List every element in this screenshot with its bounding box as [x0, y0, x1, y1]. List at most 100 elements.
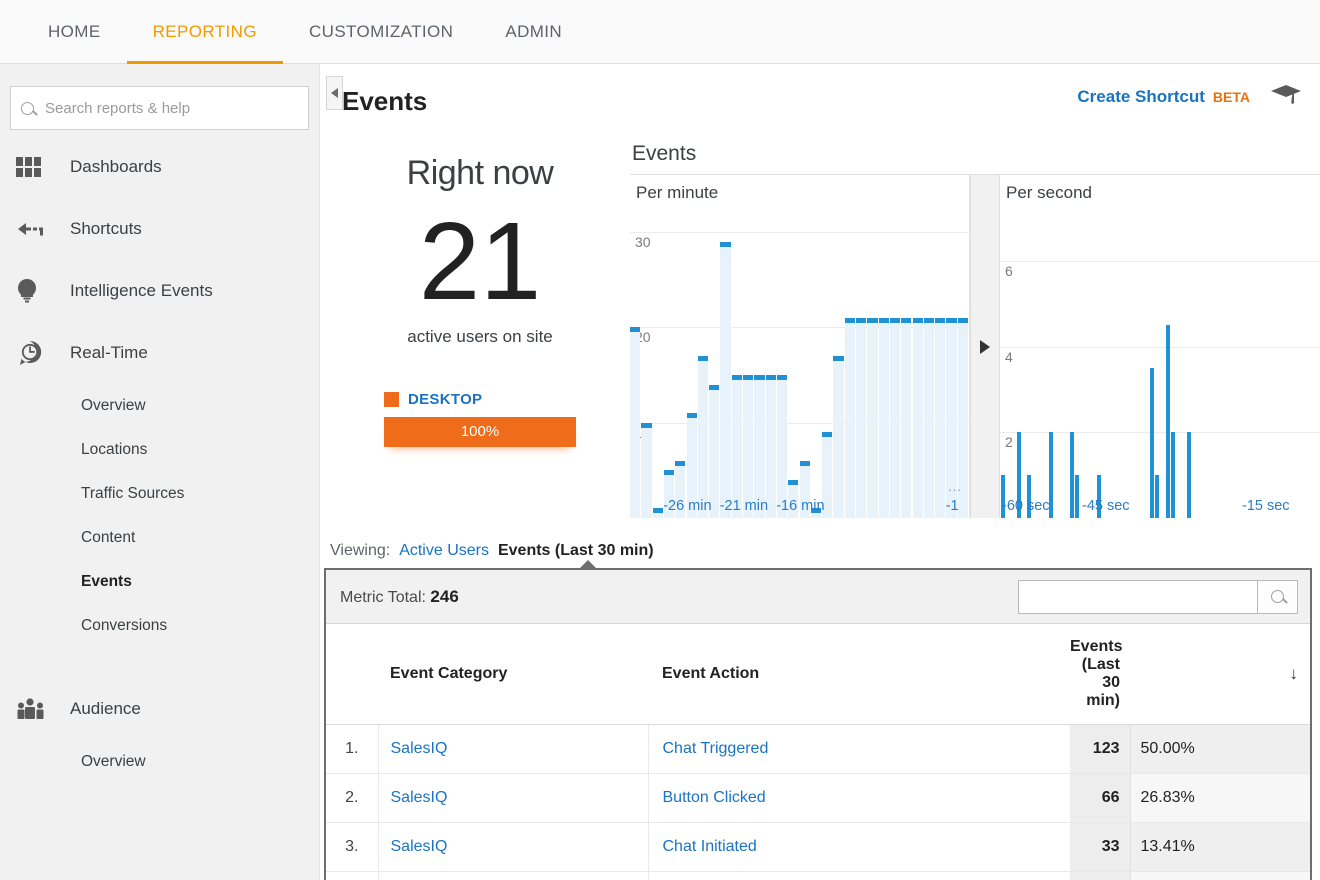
- y-axis-tick: 2: [1005, 434, 1013, 451]
- row-event-category[interactable]: SalesIQ: [378, 822, 649, 872]
- chart-bar: [1075, 475, 1080, 518]
- gridline: [1000, 260, 1320, 262]
- chart-bar: [1149, 367, 1154, 518]
- sidebar-subitem-overview[interactable]: Overview: [0, 384, 319, 428]
- column-index: [326, 624, 378, 725]
- per-second-title: Per second: [1006, 183, 1092, 202]
- sidebar-item-shortcuts[interactable]: Shortcuts: [0, 198, 319, 260]
- row-event-category[interactable]: SalesIQ: [378, 773, 649, 823]
- search-input[interactable]: [45, 99, 298, 117]
- beta-badge: BETA: [1212, 88, 1250, 105]
- row-event-action[interactable]: Chat Triggered: [648, 724, 1070, 774]
- chart-expand-button[interactable]: [970, 175, 1000, 518]
- row-percentage: 26.83%: [1130, 773, 1310, 823]
- sidebar-item-dashboards[interactable]: Dashboards: [0, 136, 319, 198]
- clock-speech-icon: [16, 338, 52, 368]
- device-percentage-bar: 100%: [384, 416, 576, 447]
- per-second-plot: 2 4 6 -60 sec -45 sec -15 sec: [1000, 175, 1320, 518]
- device-label[interactable]: DESKTOP: [408, 391, 482, 408]
- sidebar-subitem-overview-label: Overview: [81, 397, 146, 414]
- sidebar-item-intelligence-events[interactable]: Intelligence Events: [0, 260, 319, 322]
- sidebar-subitem-conversions[interactable]: Conversions: [0, 604, 319, 648]
- nav-tab-customization[interactable]: CUSTOMIZATION: [283, 0, 479, 64]
- chart-bar: [867, 317, 878, 518]
- sidebar-subitem-events[interactable]: Events: [0, 560, 319, 604]
- chart-bar: [743, 375, 754, 518]
- per-minute-chart[interactable]: Per minute 102030-26 min-21 min-16 min-1…: [630, 175, 970, 518]
- events-table-panel: Metric Total: 246 Event Category Event A…: [324, 560, 1312, 880]
- chart-bar: [731, 375, 742, 518]
- sidebar-subitem-content[interactable]: Content: [0, 516, 319, 560]
- per-second-chart[interactable]: Per second 2 4 6 -60 sec -45 sec -15 sec: [1000, 175, 1320, 518]
- row-event-action[interactable]: Button Clicked: [648, 773, 1070, 823]
- viewing-option-active-users[interactable]: Active Users: [399, 542, 489, 560]
- chart-bar: [1165, 325, 1170, 518]
- chart-bar: [641, 422, 652, 518]
- sidebar-subitem-events-label: Events: [81, 573, 132, 590]
- sidebar-subitem-content-label: Content: [81, 529, 136, 546]
- nav-tab-reporting[interactable]: REPORTING: [126, 0, 284, 64]
- nav-tab-admin-label: ADMIN: [505, 21, 563, 41]
- column-event-category[interactable]: Event Category: [378, 624, 648, 725]
- events-table-body: 1. SalesIQ Chat Triggered 123 50.00% 2. SalesI…: [326, 724, 1310, 880]
- table-search-button[interactable]: [1257, 580, 1297, 613]
- sidebar-nav: Dashboards Shortcuts Intelligence Events…: [0, 136, 319, 784]
- chart-bar: [901, 317, 912, 518]
- graduation-cap-icon[interactable]: [1270, 82, 1302, 111]
- sidebar-subitem-locations[interactable]: Locations: [0, 428, 319, 472]
- x-axis-tick: -60 sec: [1002, 498, 1050, 514]
- sidebar-subitem-locations-label: Locations: [81, 441, 148, 458]
- row-events-count: 123: [1070, 724, 1131, 774]
- device-percentage-value: 100%: [460, 423, 500, 440]
- sidebar-subitem-audience-overview-label: Overview: [81, 753, 146, 770]
- column-sort-indicator[interactable]: ↓: [1130, 624, 1310, 725]
- sidebar-item-real-time-label: Real-Time: [70, 343, 148, 362]
- sidebar-item-dashboards-label: Dashboards: [70, 157, 162, 176]
- main-content: Events Create Shortcut BETA Right now 21…: [320, 64, 1320, 880]
- gridline: [1000, 346, 1320, 348]
- row-event-category[interactable]: SalesIQ: [378, 871, 649, 880]
- metric-total-label: Metric Total:: [340, 588, 426, 606]
- sidebar-item-audience[interactable]: Audience: [0, 678, 319, 740]
- x-axis-tick: -16 min: [776, 498, 825, 514]
- realtime-overview-row: Right now 21 active users on site DESKTO…: [320, 136, 1320, 536]
- sidebar-subitem-audience-overview[interactable]: Overview: [0, 740, 319, 784]
- sidebar-subitem-traffic-sources[interactable]: Traffic Sources: [0, 472, 319, 516]
- sidebar-item-real-time[interactable]: Real-Time: [0, 322, 319, 384]
- sidebar-collapse-button[interactable]: [326, 76, 343, 110]
- chart-bar: [720, 241, 731, 518]
- row-event-action[interactable]: Chat Initiated: [648, 822, 1070, 872]
- table-row: 3. SalesIQ Chat Initiated 33 13.41%: [326, 822, 1310, 872]
- chart-bar: [1187, 432, 1192, 518]
- per-minute-plot: 102030-26 min-21 min-16 min-1…: [630, 175, 969, 518]
- right-now-panel: Right now 21 active users on site DESKTO…: [330, 136, 630, 536]
- row-event-action[interactable]: Rating Submitted: [648, 871, 1070, 880]
- y-axis-tick: 30: [635, 234, 651, 251]
- row-events-count: 12: [1070, 871, 1131, 880]
- row-event-category[interactable]: SalesIQ: [378, 724, 649, 774]
- chart-bar: [844, 317, 855, 518]
- nav-tab-home[interactable]: HOME: [22, 0, 127, 64]
- people-icon: [16, 694, 52, 724]
- sidebar-search[interactable]: [10, 86, 309, 130]
- lightbulb-icon: [16, 276, 52, 306]
- sidebar-item-shortcuts-label: Shortcuts: [70, 219, 142, 238]
- create-shortcut-button[interactable]: Create Shortcut: [1077, 87, 1205, 107]
- row-percentage: 4.88%: [1130, 871, 1310, 880]
- column-event-action[interactable]: Event Action: [648, 624, 1070, 725]
- sidebar-item-audience-label: Audience: [70, 699, 141, 718]
- viewing-option-events[interactable]: Events (Last 30 min): [498, 542, 654, 560]
- events-charts: Events Per minute 102030-26 min-21 min-1…: [630, 136, 1320, 536]
- chart-bar: [935, 317, 946, 518]
- nav-tab-admin[interactable]: ADMIN: [479, 0, 588, 64]
- table-search-input[interactable]: [1019, 580, 1257, 613]
- chart-bar: [697, 356, 709, 518]
- row-index: 4.: [326, 871, 379, 880]
- top-navigation: HOME REPORTING CUSTOMIZATION ADMIN: [0, 0, 1320, 64]
- table-search[interactable]: [1018, 579, 1298, 614]
- events-table: Event Category Event Action Events (Last…: [326, 624, 1310, 880]
- search-icon: [1271, 590, 1284, 603]
- active-users-count: 21: [418, 200, 542, 323]
- column-events-count[interactable]: Events (Last 30 min): [1070, 624, 1130, 725]
- chart-bar: [652, 508, 663, 518]
